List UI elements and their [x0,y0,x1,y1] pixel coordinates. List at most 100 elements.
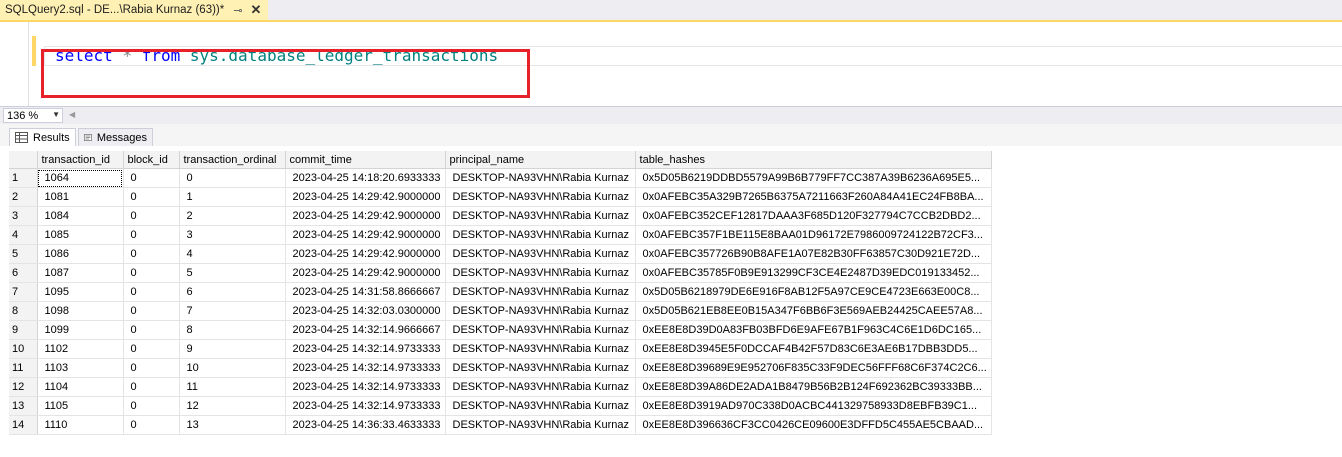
table-row[interactable]: 12 1104 0 11 2023-04-25 14:32:14.9733333 DESK… [9,377,992,397]
row-number-cell[interactable]: 7 [9,282,38,302]
grid-cell[interactable]: 1103 [37,358,124,378]
grid-cell[interactable]: 0x0AFEBC35785F0B9E913299CF3CE4E2487D39ED… [635,263,992,283]
grid-cell[interactable]: 0 [123,187,180,207]
row-number-cell[interactable]: 12 [9,377,38,397]
grid-cell[interactable]: 0 [123,301,180,321]
grid-cell[interactable]: 1105 [37,396,124,416]
column-header-transaction-ordinal[interactable]: transaction_ordinal [179,151,286,169]
close-icon[interactable]: ✕ [250,2,262,17]
grid-cell[interactable]: 0x5D05B621EB8EE0B15A347F6BB6F3E569AEB244… [635,301,992,321]
grid-cell[interactable]: 0x0AFEBC35A329B7265B6375A7211663F260A84A… [635,187,992,207]
table-row[interactable]: 8 1098 0 7 2023-04-25 14:32:03.0300000 DESKTO… [9,301,992,321]
grid-cell[interactable]: DESKTOP-NA93VHN\Rabia Kurnaz [445,415,636,435]
table-row[interactable]: 5 1086 0 4 2023-04-25 14:29:42.9000000 DESKTO… [9,244,992,264]
table-row[interactable]: 10 1102 0 9 2023-04-25 14:32:14.9733333 DESKT… [9,339,992,359]
grid-cell[interactable]: DESKTOP-NA93VHN\Rabia Kurnaz [445,339,636,359]
grid-cell[interactable]: 2023-04-25 14:32:03.0300000 [285,301,446,321]
grid-cell[interactable]: 1064 [37,168,124,188]
column-header-block-id[interactable]: block_id [123,151,180,169]
table-row[interactable]: 1 1064 0 0 2023-04-25 14:18:20.6933333 DESKTO… [9,168,992,188]
grid-cell[interactable]: 1110 [37,415,124,435]
row-number-header[interactable] [9,151,38,169]
grid-cell[interactable]: DESKTOP-NA93VHN\Rabia Kurnaz [445,282,636,302]
grid-cell[interactable]: 9 [179,339,286,359]
zoom-dropdown[interactable]: 136 % ▼ [3,108,63,123]
grid-cell[interactable]: 1098 [37,301,124,321]
grid-cell[interactable]: 1102 [37,339,124,359]
grid-cell[interactable]: 8 [179,320,286,340]
grid-cell[interactable]: 0 [123,206,180,226]
grid-cell[interactable]: 2023-04-25 14:29:42.9000000 [285,225,446,245]
table-row[interactable]: 7 1095 0 6 2023-04-25 14:31:58.8666667 DESKTO… [9,282,992,302]
grid-cell[interactable]: 1086 [37,244,124,264]
table-row[interactable]: 14 1110 0 13 2023-04-25 14:36:33.4633333 DESK… [9,415,992,435]
grid-cell[interactable]: 0 [179,168,286,188]
row-number-cell[interactable]: 5 [9,244,38,264]
grid-cell[interactable]: 4 [179,244,286,264]
grid-cell[interactable]: 2023-04-25 14:32:14.9733333 [285,377,446,397]
grid-cell[interactable]: 12 [179,396,286,416]
grid-cell[interactable]: 1 [179,187,286,207]
row-number-cell[interactable]: 2 [9,187,38,207]
grid-cell[interactable]: 0 [123,358,180,378]
grid-cell[interactable]: 0 [123,263,180,283]
grid-cell[interactable]: 0x0AFEBC357F1BE115E8BAA01D96172E79860097… [635,225,992,245]
grid-cell[interactable]: 1099 [37,320,124,340]
row-number-cell[interactable]: 3 [9,206,38,226]
grid-cell[interactable]: 1087 [37,263,124,283]
grid-cell[interactable]: 2023-04-25 14:36:33.4633333 [285,415,446,435]
grid-cell[interactable]: DESKTOP-NA93VHN\Rabia Kurnaz [445,225,636,245]
grid-cell[interactable]: DESKTOP-NA93VHN\Rabia Kurnaz [445,168,636,188]
grid-cell[interactable]: 0 [123,377,180,397]
grid-cell[interactable]: 0x5D05B6218979DE6E916F8AB12F5A97CE9CE472… [635,282,992,302]
grid-cell[interactable]: 2023-04-25 14:29:42.9000000 [285,244,446,264]
grid-cell[interactable]: 2023-04-25 14:32:14.9666667 [285,320,446,340]
grid-cell[interactable]: DESKTOP-NA93VHN\Rabia Kurnaz [445,206,636,226]
scroll-left-icon[interactable]: ◀ [69,110,75,119]
grid-cell[interactable]: 7 [179,301,286,321]
grid-cell[interactable]: 5 [179,263,286,283]
grid-cell[interactable]: 0 [123,415,180,435]
grid-cell[interactable]: DESKTOP-NA93VHN\Rabia Kurnaz [445,396,636,416]
row-number-cell[interactable]: 1 [9,168,38,188]
grid-cell[interactable]: 0xEE8E8D3919AD970C338D0ACBC441329758933D… [635,396,992,416]
grid-cell[interactable]: 1084 [37,206,124,226]
grid-cell[interactable]: 0 [123,320,180,340]
row-number-cell[interactable]: 4 [9,225,38,245]
grid-cell[interactable]: 0xEE8E8D39D0A83FB03BFD6E9AFE67B1F963C4C6… [635,320,992,340]
grid-cell[interactable]: 2023-04-25 14:29:42.9000000 [285,187,446,207]
grid-cell[interactable]: 0 [123,168,180,188]
table-row[interactable]: 13 1105 0 12 2023-04-25 14:32:14.9733333 DESK… [9,396,992,416]
table-row[interactable]: 11 1103 0 10 2023-04-25 14:32:14.9733333 DESK… [9,358,992,378]
grid-cell[interactable]: 1081 [37,187,124,207]
grid-cell[interactable]: 0xEE8E8D396636CF3CC0426CE09600E3DFFD5C45… [635,415,992,435]
grid-cell[interactable]: 0 [123,282,180,302]
grid-cell[interactable]: 11 [179,377,286,397]
pin-icon[interactable]: ⊸ [232,4,244,17]
grid-cell[interactable]: 2023-04-25 14:32:14.9733333 [285,396,446,416]
tab-messages[interactable]: Messages [78,128,153,146]
column-header-commit-time[interactable]: commit_time [285,151,446,169]
table-row[interactable]: 4 1085 0 3 2023-04-25 14:29:42.9000000 DESKTO… [9,225,992,245]
grid-cell[interactable]: 0 [123,244,180,264]
sql-editor[interactable]: select * from sys.database_ledger_transa… [0,22,1342,106]
grid-cell[interactable]: DESKTOP-NA93VHN\Rabia Kurnaz [445,263,636,283]
query-document-tab[interactable]: SQLQuery2.sql - DE...\Rabia Kurnaz (63))… [0,0,268,20]
grid-cell[interactable]: 2023-04-25 14:29:42.9000000 [285,263,446,283]
grid-cell[interactable]: DESKTOP-NA93VHN\Rabia Kurnaz [445,244,636,264]
grid-cell[interactable]: 2 [179,206,286,226]
row-number-cell[interactable]: 13 [9,396,38,416]
grid-cell[interactable]: 0 [123,339,180,359]
row-number-cell[interactable]: 6 [9,263,38,283]
grid-cell[interactable]: 13 [179,415,286,435]
chevron-down-icon[interactable]: ▼ [52,110,60,119]
grid-cell[interactable]: 1095 [37,282,124,302]
row-number-cell[interactable]: 11 [9,358,38,378]
grid-cell[interactable]: 1104 [37,377,124,397]
grid-cell[interactable]: 3 [179,225,286,245]
grid-cell[interactable]: 0xEE8E8D39689E9E952706F835C33F9DEC56FFF6… [635,358,992,378]
grid-cell[interactable]: 2023-04-25 14:29:42.9000000 [285,206,446,226]
row-number-cell[interactable]: 9 [9,320,38,340]
table-row[interactable]: 6 1087 0 5 2023-04-25 14:29:42.9000000 DESKTO… [9,263,992,283]
grid-cell[interactable]: 0x5D05B6219DDBD5579A99B6B779FF7CC387A39B… [635,168,992,188]
